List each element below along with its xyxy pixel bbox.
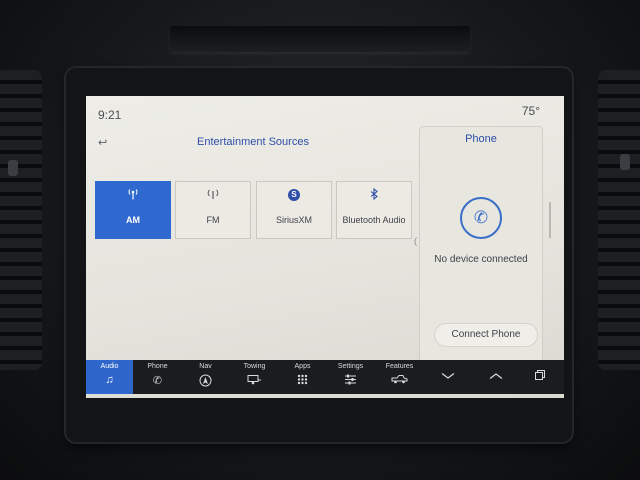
scrollbar[interactable] [549, 202, 551, 238]
chevron-down-icon [424, 369, 471, 383]
connect-phone-button[interactable]: Connect Phone [434, 323, 538, 347]
nav-label: Audio [100, 363, 119, 370]
window-copy-button[interactable] [516, 360, 563, 394]
chevron-up-icon [472, 369, 519, 383]
nav-towing[interactable]: Towing [231, 360, 278, 394]
source-label: AM [126, 215, 140, 225]
nav-audio[interactable]: Audio ♫ [86, 360, 133, 394]
bluetooth-icon [337, 187, 411, 203]
vent-knob [8, 160, 18, 176]
chevron-up-button[interactable] [472, 360, 519, 394]
scroll-left-indicator-icon: ( [414, 236, 417, 246]
page-title: Entertainment Sources [197, 136, 309, 148]
source-tile-bluetooth-audio[interactable]: Bluetooth Audio [336, 181, 412, 239]
phone-panel: Phone ✆ No device connected Connect Phon… [419, 126, 543, 362]
nav-label: Apps [294, 363, 311, 370]
phone-icon: ✆ [460, 197, 502, 239]
broadcast-icon [176, 188, 250, 203]
nav-phone[interactable]: Phone ✆ [134, 360, 181, 394]
nav-label: Features [385, 363, 414, 370]
truck-icon [376, 374, 423, 387]
source-label: FM [206, 215, 220, 225]
source-tile-fm[interactable]: FM [175, 181, 251, 239]
source-label: SiriusXM [275, 215, 312, 225]
chevron-down-button[interactable] [424, 360, 471, 394]
nav-features[interactable]: Features [376, 360, 423, 394]
nav-label: Towing [243, 363, 266, 370]
nav-label: Nav [199, 363, 212, 370]
vent-knob [620, 154, 630, 170]
trailer-icon [231, 374, 278, 388]
nav-settings[interactable]: Settings [327, 360, 374, 394]
vehicle-dashboard: 9:21 75° ↩ Entertainment Sources AM FM S… [0, 0, 640, 480]
apps-grid-icon [279, 374, 326, 388]
music-note-icon: ♫ [105, 374, 114, 386]
antenna-icon [96, 188, 170, 203]
nav-nav[interactable]: Nav [182, 360, 229, 394]
source-tile-am[interactable]: AM [95, 181, 171, 239]
siriusxm-icon: S [257, 188, 331, 201]
navigation-icon [182, 374, 229, 390]
source-tiles: AM FM S SiriusXM Bluetooth Audio [95, 181, 415, 239]
phone-status: No device connected [434, 254, 528, 265]
nav-label: Phone [147, 363, 168, 370]
nav-apps[interactable]: Apps [279, 360, 326, 394]
phone-icon: ✆ [152, 375, 163, 387]
nav-label: Settings [337, 363, 364, 370]
clock: 9:21 [98, 108, 122, 122]
bottom-navigation-bar: Audio ♫ Phone ✆ Nav Towing Apps Settings… [86, 360, 564, 394]
infotainment-screen: 9:21 75° ↩ Entertainment Sources AM FM S… [86, 96, 564, 398]
phone-panel-title: Phone [465, 133, 497, 145]
right-air-vent [598, 70, 640, 370]
source-tile-siriusxm[interactable]: S SiriusXM [256, 181, 332, 239]
settings-sliders-icon [327, 374, 374, 388]
dashboard-top-slot [170, 26, 470, 52]
window-copy-icon [516, 369, 563, 384]
left-air-vent [0, 70, 42, 370]
back-arrow-icon[interactable]: ↩ [98, 136, 107, 149]
outside-temperature: 75° [521, 104, 540, 118]
source-label: Bluetooth Audio [342, 215, 406, 225]
